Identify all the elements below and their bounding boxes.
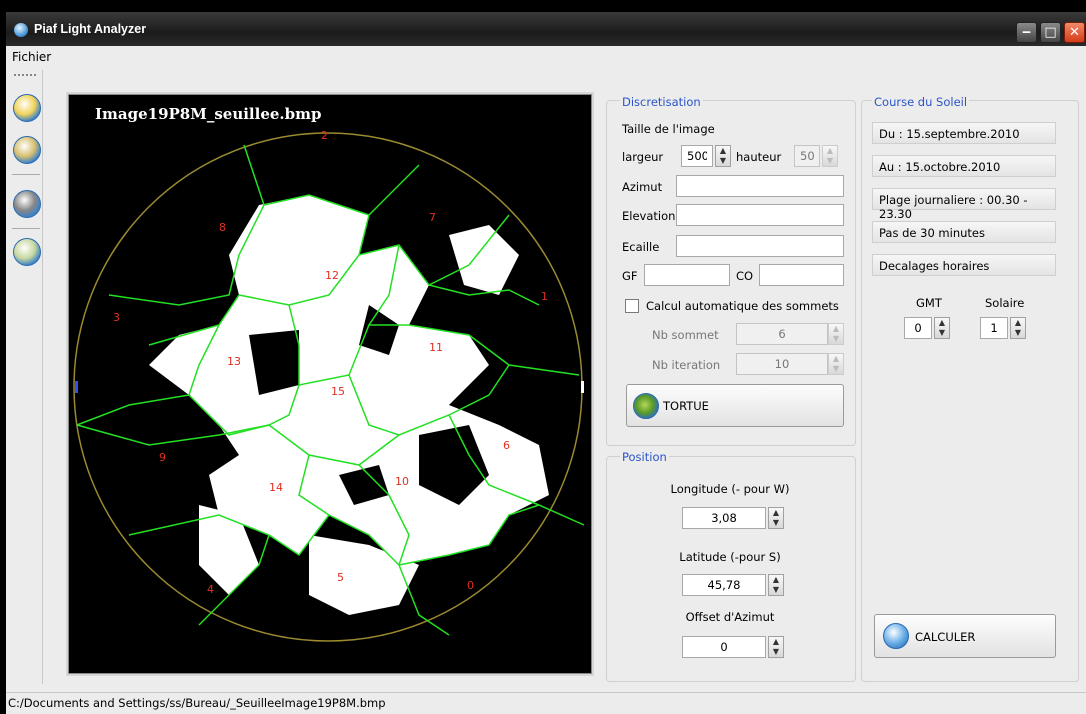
latitude-label: Latitude (-pour S) [679, 550, 781, 564]
status-bar: C:/Documents and Settings/ss/Bureau/_Seu… [6, 692, 1086, 714]
sector-label-13: 13 [227, 355, 241, 368]
gmt-label: GMT [916, 296, 942, 310]
threshold-icon[interactable] [13, 136, 41, 164]
longitude-label: Longitude (- pour W) [670, 482, 790, 496]
auto-sommets-label: Calcul automatique des sommets [646, 299, 839, 313]
course-soleil-title: Course du Soleil [872, 95, 970, 109]
sector-label-7: 7 [429, 211, 436, 224]
west-marker [75, 381, 78, 393]
sector-label-15: 15 [331, 385, 345, 398]
discretisation-title: Discretisation [620, 95, 703, 109]
solaire-input[interactable] [980, 317, 1008, 339]
menu-fichier[interactable]: Fichier [12, 50, 51, 64]
nb-iteration-spinner: ▲ ▼ [828, 353, 844, 375]
window-title: Piaf Light Analyzer [34, 22, 147, 36]
nb-sommet-spinner: ▲ ▼ [828, 323, 844, 345]
nb-iteration-label: Nb iteration [652, 358, 721, 372]
status-file-path: C:/Documents and Settings/ss/Bureau/_Seu… [8, 696, 386, 710]
solaire-label: Solaire [985, 296, 1025, 310]
app-icon [14, 23, 28, 37]
sector-label-5: 5 [337, 571, 344, 584]
sector-label-2: 2 [321, 129, 328, 142]
image-caption: Image19P8M_seuillee.bmp [95, 105, 322, 123]
toolbar-grip[interactable] [14, 74, 36, 79]
sector-label-4: 4 [207, 583, 214, 596]
azimut-input[interactable] [676, 175, 844, 197]
east-marker [581, 381, 584, 393]
date-du-button[interactable]: Du : 15.septembre.2010 [872, 122, 1056, 144]
decalages-horaires-button[interactable]: Decalages horaires [872, 254, 1056, 276]
largeur-spinner[interactable]: ▲ ▼ [715, 145, 731, 167]
offset-azimut-label: Offset d'Azimut [685, 610, 775, 624]
sector-label-3: 3 [113, 311, 120, 324]
sector-label-8: 8 [219, 221, 226, 234]
calculate-icon [883, 623, 909, 649]
title-bar[interactable]: Piaf Light Analyzer ‒ □ ✕ [6, 12, 1086, 46]
left-toolbar [10, 70, 43, 684]
auto-sommets-checkbox[interactable] [625, 299, 639, 313]
longitude-input[interactable] [682, 507, 766, 529]
maximize-button[interactable]: □ [1040, 22, 1061, 43]
tortue-label: TORTUE [663, 399, 709, 413]
calculer-label: CALCULER [915, 630, 976, 644]
plage-journaliere-button[interactable]: Plage journaliere : 00.30 - 23.30 [872, 188, 1056, 221]
elevation-input[interactable] [676, 204, 844, 226]
ecaille-input[interactable] [676, 235, 844, 257]
close-button[interactable]: ✕ [1064, 22, 1085, 43]
sector-label-10: 10 [395, 475, 409, 488]
sector-label-0: 0 [467, 579, 474, 592]
offset-azimut-input[interactable] [682, 636, 766, 658]
calculer-button[interactable]: CALCULER [874, 614, 1056, 658]
image-size-label: Taille de l'image [622, 122, 715, 136]
nb-sommet-input [736, 323, 828, 345]
largeur-input[interactable] [681, 145, 713, 167]
latitude-input[interactable] [682, 574, 766, 596]
gf-input[interactable] [644, 264, 730, 286]
app-window: Piaf Light Analyzer ‒ □ ✕ Fichier 1 2 3 … [6, 12, 1086, 714]
date-au-button[interactable]: Au : 15.octobre.2010 [872, 155, 1056, 177]
sector-label-12: 12 [325, 269, 339, 282]
toolbar-separator [12, 174, 40, 175]
hemispherical-photo: 1 2 3 4 5 6 7 8 9 10 11 12 13 14 15 0 [73, 129, 585, 642]
position-title: Position [620, 450, 669, 464]
sector-label-11: 11 [429, 341, 443, 354]
sector-label-9: 9 [159, 451, 166, 464]
largeur-label: largeur [622, 150, 664, 164]
turtle-icon [633, 393, 659, 419]
tortue-button[interactable]: TORTUE [626, 384, 844, 427]
sector-label-6: 6 [503, 439, 510, 452]
solaire-spinner[interactable]: ▲ ▼ [1010, 317, 1026, 339]
toolbar-separator [12, 228, 40, 229]
offset-azimut-spinner[interactable]: ▲ ▼ [768, 636, 784, 658]
ecaille-label: Ecaille [622, 240, 660, 254]
gmt-input[interactable] [904, 317, 932, 339]
hauteur-label: hauteur [736, 150, 782, 164]
open-image-icon[interactable] [13, 94, 41, 122]
hauteur-spinner: ▲ ▼ [822, 145, 838, 167]
hauteur-input [794, 145, 820, 167]
longitude-spinner[interactable]: ▲ ▼ [768, 507, 784, 529]
minimize-button[interactable]: ‒ [1016, 22, 1037, 43]
elevation-label: Elevation [622, 209, 676, 223]
azimut-label: Azimut [622, 180, 663, 194]
sector-label-14: 14 [269, 481, 283, 494]
disk-icon[interactable] [13, 190, 41, 218]
menu-bar: Fichier [6, 46, 1086, 68]
sector-label-1: 1 [541, 290, 548, 303]
analyze-icon[interactable] [13, 238, 41, 266]
nb-iteration-input [736, 353, 828, 375]
image-view[interactable]: 1 2 3 4 5 6 7 8 9 10 11 12 13 14 15 0 Im… [66, 92, 594, 676]
co-label: CO [736, 269, 754, 283]
gf-label: GF [622, 269, 638, 283]
gmt-spinner[interactable]: ▲ ▼ [934, 317, 950, 339]
co-input[interactable] [759, 264, 844, 286]
pas-minutes-button[interactable]: Pas de 30 minutes [872, 221, 1056, 243]
nb-sommet-label: Nb sommet [652, 328, 719, 342]
latitude-spinner[interactable]: ▲ ▼ [768, 574, 784, 596]
